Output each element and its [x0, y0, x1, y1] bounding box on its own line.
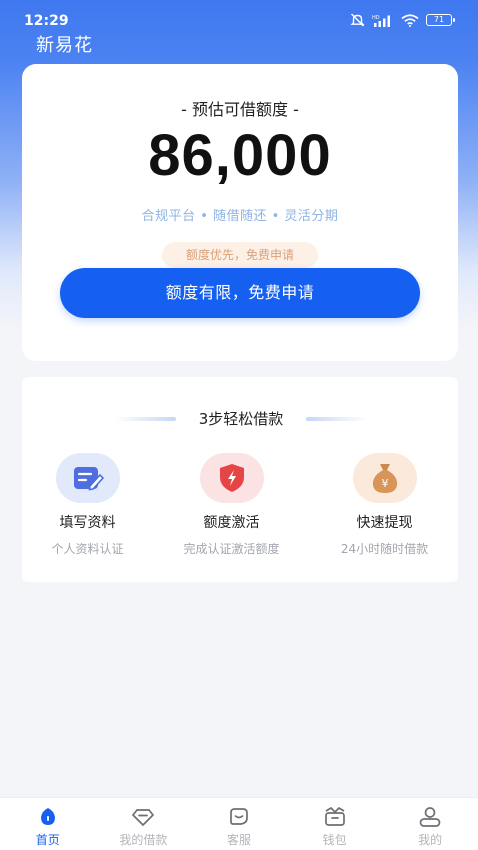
tab-home[interactable]: 首页: [0, 798, 96, 850]
svg-text:¥: ¥: [381, 477, 388, 490]
tab-my-loans[interactable]: 我的借款: [96, 798, 192, 850]
home-icon: [40, 808, 55, 825]
step-quick-withdraw[interactable]: ¥ 快速提现 24小时随时借款: [312, 453, 457, 563]
tab-label: 我的: [418, 833, 443, 847]
bottom-tab-bar: 首页 我的借款 客服 钱包 我的: [0, 797, 478, 850]
steps-title: 3步轻松借款: [198, 410, 284, 428]
app-title: 新易花: [36, 35, 93, 56]
quota-features: 合规平台 • 随借随还 • 灵活分期: [141, 209, 339, 224]
edit-form-icon: [55, 453, 120, 503]
tab-label: 钱包: [322, 833, 347, 847]
step-desc: 完成认证激活额度: [183, 542, 280, 556]
shield-lightning-icon: [199, 453, 264, 503]
step-fill-info[interactable]: 填写资料 个人资料认证: [15, 453, 160, 563]
chat-icon: [230, 808, 248, 825]
step-name: 填写资料: [59, 515, 116, 531]
step-desc: 个人资料认证: [51, 542, 124, 556]
divider: [306, 417, 368, 421]
diamond-icon: [132, 809, 155, 826]
steps-heading: 3步轻松借款: [22, 408, 458, 430]
mute-bell-icon: [350, 13, 365, 27]
promo-tag: 额度优先，免费申请: [162, 242, 318, 268]
money-bag-yen-icon: ¥: [352, 453, 417, 503]
tab-profile[interactable]: 我的: [382, 798, 478, 850]
cellular-signal-icon: HD: [372, 15, 390, 27]
quota-label: - 预估可借额度 -: [181, 100, 299, 119]
divider: [114, 417, 176, 421]
step-name: 额度激活: [203, 515, 260, 531]
wallet-icon: [324, 807, 345, 826]
user-icon: [419, 807, 441, 827]
wifi-icon: [401, 13, 419, 27]
steps-card: 3步轻松借款 填写资料 个人资料认证 额度激活 完成认证激活额度 ¥ 快速提现 …: [22, 377, 458, 582]
tab-label: 客服: [226, 833, 251, 847]
network-badge: HD: [372, 15, 380, 21]
apply-button[interactable]: 额度有限，免费申请: [60, 268, 420, 318]
status-time: 12:29: [24, 13, 69, 29]
tab-label: 我的借款: [119, 833, 168, 847]
step-activate-quota[interactable]: 额度激活 完成认证激活额度: [159, 453, 304, 563]
status-icons: HD 71: [350, 13, 455, 27]
tab-wallet[interactable]: 钱包: [287, 798, 383, 850]
quota-card: - 预估可借额度 - 86,000 合规平台 • 随借随还 • 灵活分期 额度优…: [22, 64, 458, 361]
step-desc: 24小时随时借款: [340, 542, 429, 556]
tab-label: 首页: [35, 833, 60, 847]
step-name: 快速提现: [356, 515, 413, 531]
tab-customer-service[interactable]: 客服: [191, 798, 287, 850]
quota-amount: 86,000: [148, 123, 332, 188]
battery-icon: 71: [426, 14, 455, 26]
